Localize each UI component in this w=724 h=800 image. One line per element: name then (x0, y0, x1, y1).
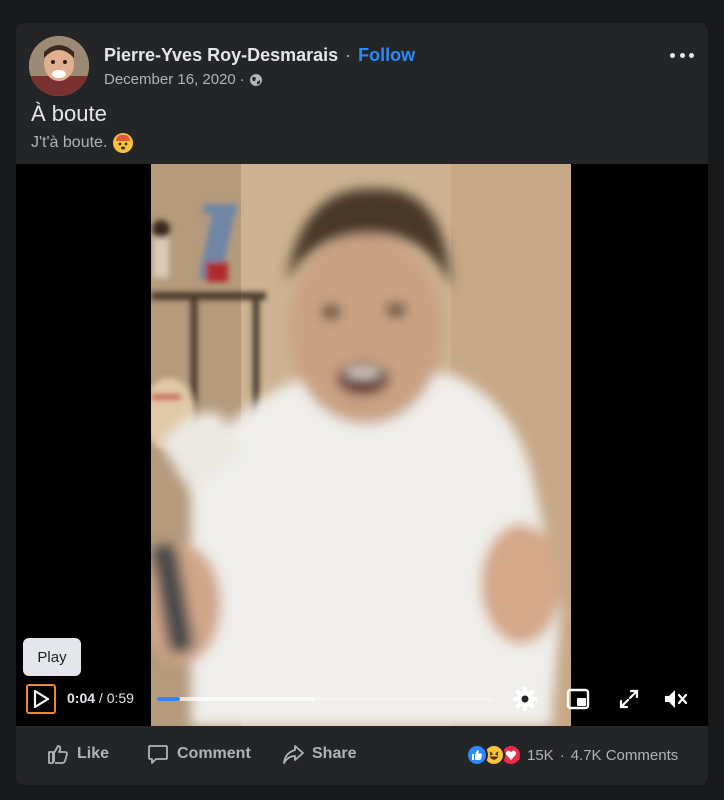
post-actions: Like Comment Share 15K · 4.7K Comments (16, 726, 708, 785)
more-options-icon[interactable] (670, 45, 694, 65)
engagement-counts: 15K · 4.7K Comments (527, 747, 678, 764)
play-button[interactable] (26, 684, 56, 714)
reactions-summary[interactable]: 15K · 4.7K Comments (466, 744, 678, 766)
engagement-separator: · (559, 746, 565, 764)
author-row: Pierre-Yves Roy-Desmarais · Follow (104, 45, 415, 66)
date-separator: · (239, 71, 245, 88)
avatar-image (29, 36, 89, 96)
globe-icon (249, 73, 262, 86)
post-title: À boute (31, 101, 107, 126)
post-meta: December 16, 2020 · (104, 71, 263, 88)
current-time: 0:04 (67, 690, 96, 706)
like-reaction-icon (466, 744, 488, 766)
video-controls: 0:04 / 0:59 (16, 676, 708, 720)
like-label: Like (77, 745, 110, 762)
post-card: Pierre-Yves Roy-Desmarais · Follow Decem… (16, 23, 708, 785)
progress-bar[interactable] (157, 697, 493, 701)
video-frame (151, 164, 571, 726)
reaction-count[interactable]: 15K (527, 747, 554, 764)
comment-button[interactable]: Comment (147, 743, 251, 765)
muted-volume-icon[interactable] (663, 687, 688, 711)
comment-icon (148, 745, 168, 764)
time-display: 0:04 / 0:59 (67, 690, 134, 706)
played-fill (157, 697, 180, 701)
picture-in-picture-icon[interactable] (566, 687, 590, 711)
comments-count[interactable]: 4.7K Comments (571, 747, 679, 764)
exploding-head-emoji-icon (113, 133, 134, 153)
time-separator: / (95, 690, 107, 706)
author-avatar[interactable] (29, 36, 89, 96)
thumbs-up-icon (48, 745, 68, 764)
post-header: Pierre-Yves Roy-Desmarais · Follow Decem… (16, 23, 708, 96)
settings-gear-icon[interactable] (513, 687, 537, 711)
post-caption: J't'à boute. (31, 133, 134, 153)
duration: 0:59 (106, 690, 134, 706)
caption-text: J't'à boute. (31, 134, 108, 151)
post-date[interactable]: December 16, 2020 (104, 71, 236, 88)
follow-button[interactable]: Follow (358, 45, 415, 65)
play-icon (33, 690, 49, 708)
share-label: Share (312, 745, 357, 762)
author-name[interactable]: Pierre-Yves Roy-Desmarais (104, 45, 338, 65)
comment-label: Comment (177, 745, 251, 762)
share-button[interactable]: Share (282, 743, 356, 765)
author-separator: · (345, 45, 352, 65)
share-icon (283, 745, 304, 764)
like-button[interactable]: Like (47, 743, 109, 765)
video-player[interactable]: Play 0:04 / 0:59 (16, 164, 708, 726)
fullscreen-icon[interactable] (617, 687, 641, 711)
play-tooltip: Play (23, 638, 81, 676)
buffered-fill (157, 697, 315, 701)
